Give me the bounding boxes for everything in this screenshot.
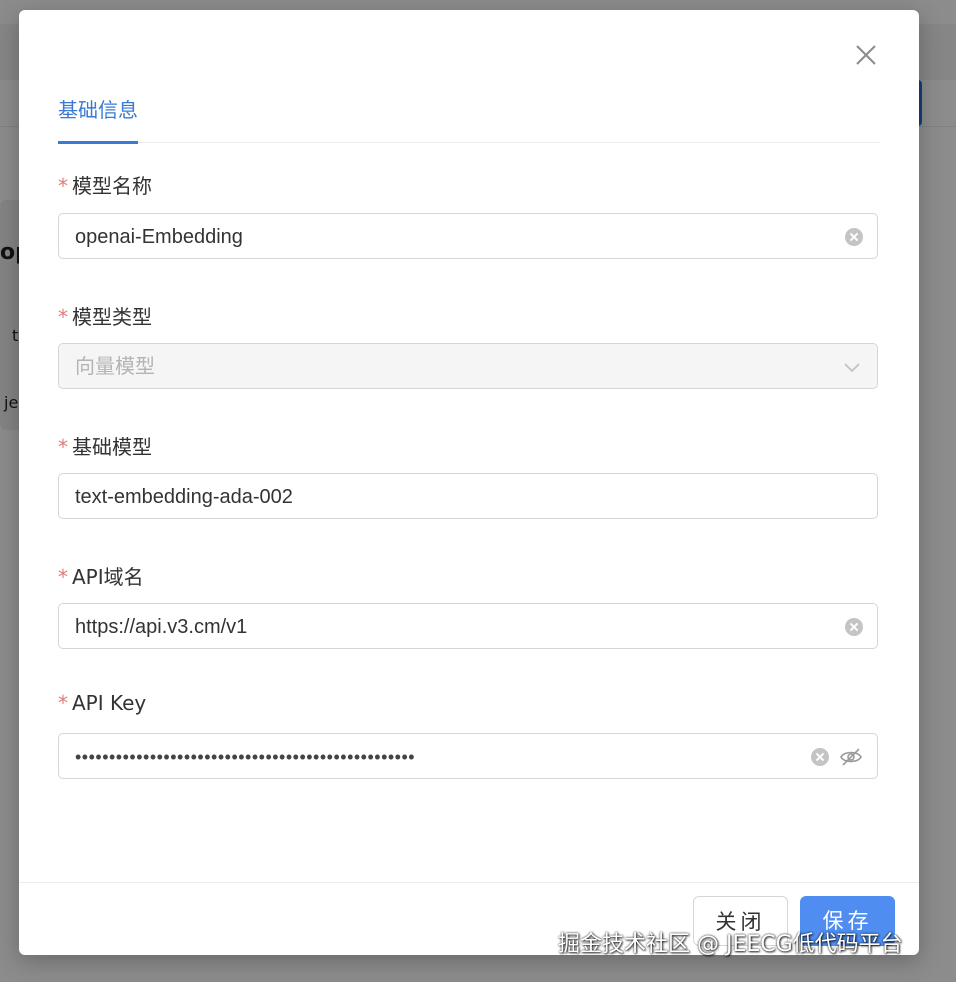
- base-model-input[interactable]: text-embedding-ada-002: [58, 473, 878, 519]
- clear-icon[interactable]: [811, 748, 829, 766]
- model-name-value: openai-Embedding: [75, 226, 243, 248]
- required-mark: *: [58, 435, 68, 459]
- required-mark: *: [58, 565, 68, 589]
- model-type-select[interactable]: 向量模型: [58, 343, 878, 389]
- model-name-label: * 模型名称: [58, 174, 152, 198]
- clear-icon[interactable]: [845, 618, 863, 636]
- close-icon[interactable]: [853, 42, 879, 68]
- model-edit-modal: 基础信息 * 模型名称 openai-Embedding * 模型类型 向量模型 *…: [19, 10, 919, 955]
- modal-tabs: 基础信息: [58, 82, 880, 144]
- model-name-input[interactable]: openai-Embedding: [58, 213, 878, 259]
- base-model-label: * 基础模型: [58, 435, 152, 459]
- watermark-text: 掘金技术社区 @ JEECG低代码平台: [558, 932, 903, 957]
- api-domain-input[interactable]: https://api.v3.cm/v1: [58, 603, 878, 649]
- api-domain-label: * API域名: [58, 565, 144, 589]
- model-type-label: * 模型类型: [58, 305, 152, 329]
- model-type-value: 向量模型: [75, 356, 155, 378]
- api-key-value: ••••••••••••••••••••••••••••••••••••••••…: [75, 747, 416, 767]
- api-key-label: * API Key: [58, 691, 147, 715]
- chevron-down-icon: [843, 358, 861, 380]
- api-domain-value: https://api.v3.cm/v1: [75, 616, 248, 638]
- tab-basic-info[interactable]: 基础信息: [58, 94, 138, 144]
- eye-invisible-icon[interactable]: [839, 746, 863, 772]
- required-mark: *: [58, 305, 68, 329]
- required-mark: *: [58, 174, 68, 198]
- base-model-value: text-embedding-ada-002: [75, 486, 293, 508]
- api-key-password-input[interactable]: ••••••••••••••••••••••••••••••••••••••••…: [58, 733, 878, 779]
- clear-icon[interactable]: [845, 228, 863, 246]
- required-mark: *: [58, 691, 68, 715]
